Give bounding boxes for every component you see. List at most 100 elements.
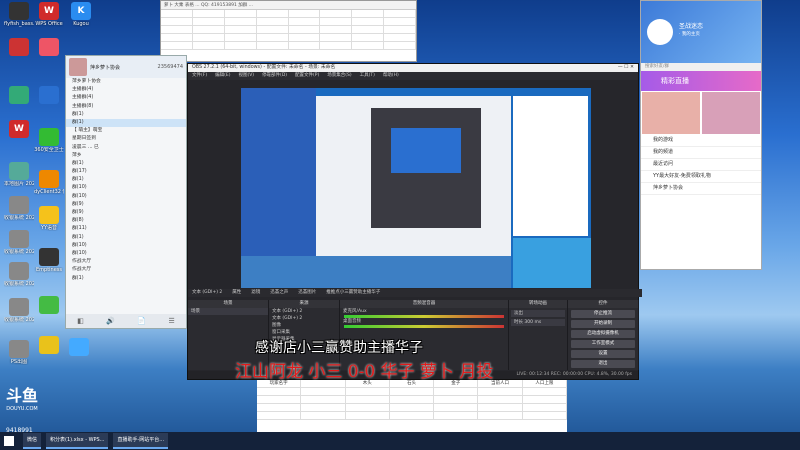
table-cell[interactable] xyxy=(257,26,289,33)
desktop-icon[interactable] xyxy=(34,296,64,315)
table-row[interactable] xyxy=(161,18,416,26)
chat-group-item[interactable]: 萍乡 xyxy=(66,152,186,160)
table-cell[interactable] xyxy=(352,10,385,17)
transition-duration[interactable]: 时长 300 ms xyxy=(511,319,565,326)
stats-table[interactable]: 玩家名字 木头 石头 金子 当前人口 人口上限 xyxy=(257,380,567,432)
table-cell[interactable] xyxy=(225,18,257,25)
menu-item[interactable]: 工具(T) xyxy=(360,72,375,80)
source-item[interactable]: 文本 (GDI+) 2 xyxy=(269,315,339,322)
chat-group-item[interactable]: 群(1) xyxy=(66,234,186,242)
table-cell[interactable] xyxy=(257,18,289,25)
chat-group-item[interactable]: 群(1) xyxy=(66,160,186,168)
source-toolbar-item[interactable]: 迅荟之声 xyxy=(270,289,288,297)
chat-group-item[interactable]: 群(9) xyxy=(66,209,186,217)
chat-group-item[interactable]: 群(10) xyxy=(66,250,186,258)
table-cell[interactable] xyxy=(320,34,353,41)
chat-group-item[interactable]: 主播群(4) xyxy=(66,94,186,102)
taskbar-item[interactable]: 积分表(1).xlsx - WPS... xyxy=(46,433,109,449)
table-cell[interactable] xyxy=(161,42,193,49)
chat-group-item[interactable]: 主播群(4) xyxy=(66,86,186,94)
chat-group-item[interactable]: 群(8) xyxy=(66,217,186,225)
start-icon[interactable] xyxy=(4,436,14,446)
yy-list-item[interactable]: 我的频道 xyxy=(641,147,761,159)
table-row[interactable] xyxy=(257,412,567,420)
table-cell[interactable] xyxy=(161,10,193,17)
chat-group-item[interactable]: 凌晨三 ... 已 xyxy=(66,144,186,152)
table-cell[interactable] xyxy=(384,34,416,41)
file-icon[interactable]: 📄 xyxy=(137,317,146,325)
desktop-level-meter[interactable] xyxy=(344,325,504,328)
obs-transitions-dock[interactable]: 转场动画 淡出 时长 300 ms xyxy=(509,300,568,370)
desktop-icon[interactable]: 收银系统 20220... xyxy=(4,230,34,255)
table-cell[interactable] xyxy=(384,26,416,33)
table-cell[interactable] xyxy=(257,34,289,41)
chat-group-tree[interactable]: 萍乡萝卜协会 主播群(4) 主播群(4) 主播群(8) 群(1) 群(1) 【 萌主】萌宝星… xyxy=(66,78,186,283)
chat-group-item[interactable]: 群(1) xyxy=(66,111,186,119)
chat-group-item[interactable]: 群(17) xyxy=(66,168,186,176)
desktop-icon[interactable]: Emptiness xyxy=(34,248,64,273)
yy-list-item[interactable]: 最近访问 xyxy=(641,159,761,171)
table-cell[interactable] xyxy=(320,42,353,49)
table-cell[interactable] xyxy=(161,34,193,41)
speaker-icon[interactable]: 🔊 xyxy=(106,317,115,325)
desktop-icon[interactable] xyxy=(64,338,94,357)
source-toolbar-item[interactable]: 迅荟图片 xyxy=(298,289,316,297)
table-cell[interactable] xyxy=(320,26,353,33)
table-cell[interactable] xyxy=(161,26,193,33)
desktop-icon[interactable] xyxy=(4,86,34,105)
table-cell[interactable] xyxy=(320,10,353,17)
menu-item[interactable]: 帮助(H) xyxy=(383,72,399,80)
source-item[interactable]: 图像 xyxy=(269,322,339,329)
table-row[interactable] xyxy=(257,396,567,404)
desktop-icon[interactable]: 360安全卫士 xyxy=(34,128,64,153)
obs-controls-dock[interactable]: 控件 停止推流 开始录制 启动虚拟摄像机 工作室模式 设置 退出 xyxy=(568,300,639,370)
source-item[interactable]: 文本 (GDI+) 2 xyxy=(269,308,339,315)
table-cell[interactable] xyxy=(289,42,321,49)
chat-group-item[interactable]: 萍乡萝卜协会 xyxy=(66,78,186,86)
table-cell[interactable] xyxy=(257,10,289,17)
table-row[interactable] xyxy=(161,42,416,50)
taskbar-item[interactable]: 微信 xyxy=(23,433,42,449)
control-button[interactable]: 工作室模式 xyxy=(571,340,635,348)
spreadsheet-grid[interactable] xyxy=(161,10,416,50)
yy-search-input[interactable]: 搜索好友/群 xyxy=(641,63,761,71)
chat-group-item[interactable]: 作战大厅 xyxy=(66,266,186,274)
chat-group-item[interactable]: 群(1) xyxy=(66,275,186,283)
table-cell[interactable] xyxy=(384,18,416,25)
source-toolbar-item[interactable]: 滤镜 xyxy=(251,289,260,297)
desktop-icon[interactable]: flyfish_bass... xyxy=(4,2,34,27)
desktop-icon[interactable]: YY语音 xyxy=(34,206,64,231)
table-cell[interactable] xyxy=(225,34,257,41)
yy-panel[interactable]: 圣战迷恋 · 我的主页 搜索好友/群 精彩直播 我的游戏 我的频道 最近访问 YY最大… xyxy=(640,0,762,270)
table-cell[interactable] xyxy=(384,10,416,17)
transition-select[interactable]: 淡出 xyxy=(511,310,565,317)
control-button[interactable]: 停止推流 xyxy=(571,310,635,318)
yy-list-item[interactable]: 萍乡萝卜协会 xyxy=(641,183,761,195)
source-item[interactable]: 窗口采集 xyxy=(269,329,339,336)
menu-item[interactable]: 编辑(E) xyxy=(215,72,230,80)
control-button[interactable]: 退出 xyxy=(571,360,635,368)
table-cell[interactable] xyxy=(225,10,257,17)
window-controls[interactable]: — ☐ ✕ xyxy=(618,64,638,72)
taskbar-item[interactable]: 直播助手-网站平台... xyxy=(113,433,169,449)
chat-group-item[interactable]: 【 萌主】萌宝 xyxy=(66,127,186,135)
desktop-icon[interactable] xyxy=(34,336,64,355)
desktop-icon[interactable] xyxy=(34,38,64,57)
table-cell[interactable] xyxy=(225,26,257,33)
control-button[interactable]: 设置 xyxy=(571,350,635,358)
stream-thumbnail[interactable] xyxy=(642,92,700,134)
table-row[interactable] xyxy=(257,404,567,412)
chat-group-item[interactable]: 群(10) xyxy=(66,242,186,250)
avatar[interactable] xyxy=(647,19,673,45)
desktop-icon[interactable]: dyClient32 快捷方式 xyxy=(34,170,64,195)
table-cell[interactable] xyxy=(289,18,321,25)
obs-source-toolbar[interactable]: 文本 (GDI+) 2 属性 滤镜 迅荟之声 迅荟图片 推推点小三赢赞助主播华子 xyxy=(188,289,642,297)
source-toolbar-item[interactable]: 推推点小三赢赞助主播华子 xyxy=(326,289,380,297)
table-cell[interactable] xyxy=(225,42,257,49)
yy-list[interactable]: 我的游戏 我的频道 最近访问 YY最大好友-免费领取礼物 萍乡萝卜协会 xyxy=(641,135,761,195)
yy-thumbnails[interactable] xyxy=(641,91,761,135)
control-button[interactable]: 开始录制 xyxy=(571,320,635,328)
chat-group-item[interactable]: 主播群(8) xyxy=(66,103,186,111)
stream-thumbnail[interactable] xyxy=(702,92,760,134)
table-cell[interactable] xyxy=(161,18,193,25)
